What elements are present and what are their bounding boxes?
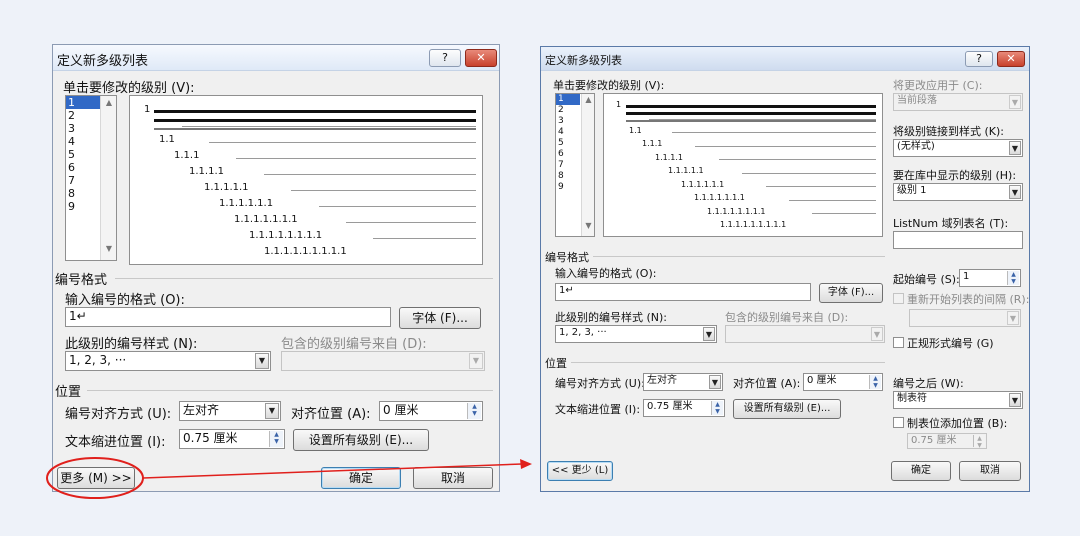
annotation-overlay [46,457,532,499]
highlight-ellipse [46,457,144,499]
annotation-arrow-line [142,463,523,479]
arrowhead-icon [520,459,532,469]
